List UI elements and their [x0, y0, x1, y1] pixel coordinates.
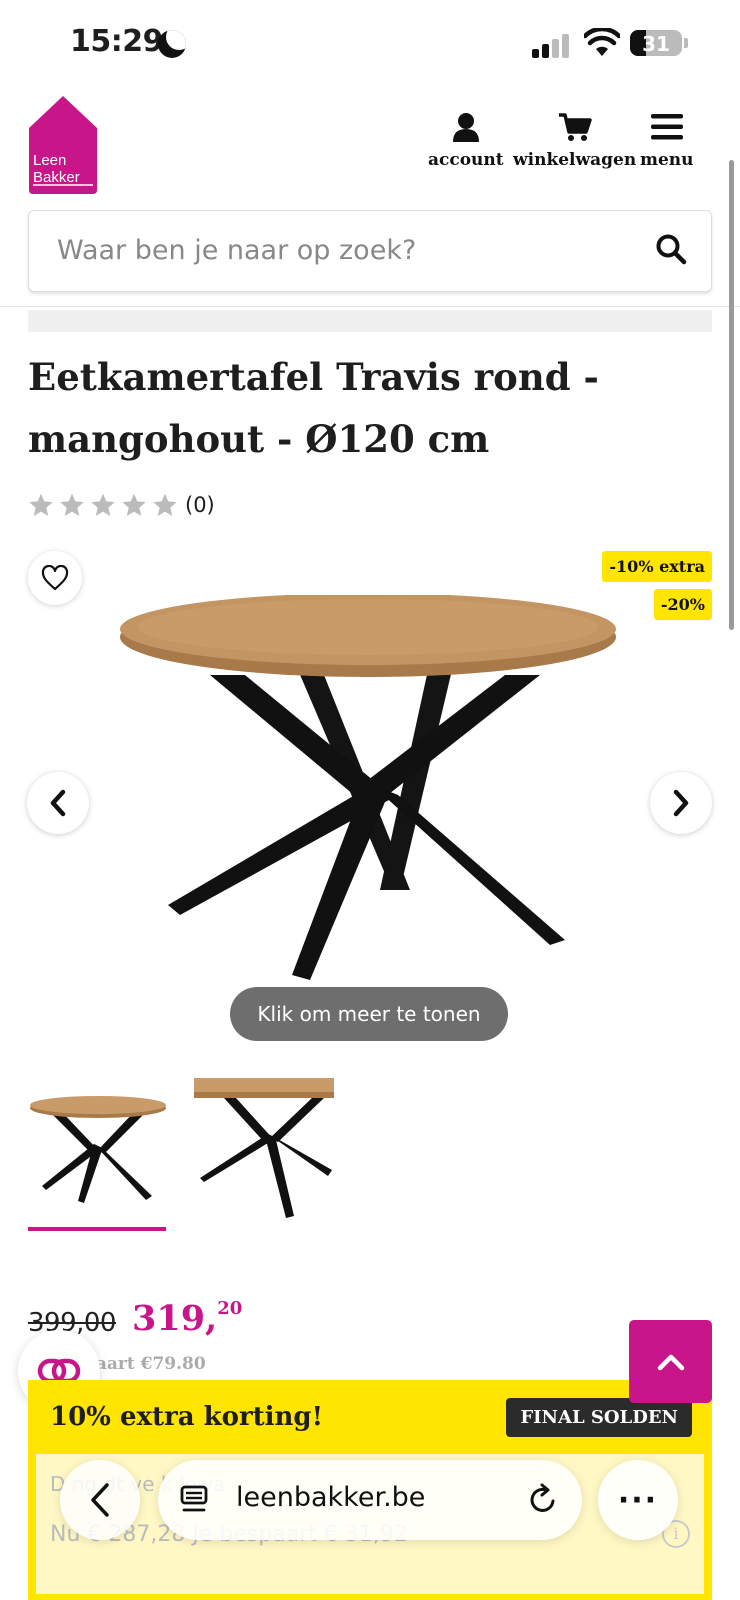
search-placeholder: Waar ben je naar op zoek?	[57, 235, 417, 266]
tabs-icon[interactable]	[180, 1485, 208, 1515]
battery-icon: 31	[630, 30, 682, 56]
leen-bakker-logo[interactable]: Leen Bakker	[27, 94, 99, 196]
moon-icon	[158, 30, 186, 58]
wifi-icon	[584, 28, 620, 56]
discount-badge: -20%	[653, 589, 712, 620]
thumbnail-1[interactable]	[28, 1078, 168, 1218]
battery-level: 31	[642, 32, 670, 56]
chevron-left-icon	[50, 789, 66, 817]
promo-tag: FINAL SOLDEN	[506, 1398, 692, 1437]
breadcrumb-placeholder	[28, 310, 712, 332]
signal-icon	[532, 34, 572, 58]
discount-badge-extra: -10% extra	[602, 551, 712, 582]
browser-domain: leenbakker.be	[236, 1482, 426, 1513]
current-price-cents: 20	[217, 1298, 243, 1319]
star-icon	[29, 493, 53, 517]
nav-menu[interactable]: menu	[640, 112, 694, 170]
browser-more-button[interactable]: ···	[598, 1460, 678, 1540]
current-price-whole: 319,	[132, 1298, 218, 1339]
nav-cart[interactable]: winkelwagen	[513, 112, 636, 170]
gallery-prev-button[interactable]	[27, 772, 89, 834]
search-input[interactable]: Waar ben je naar op zoek?	[28, 210, 712, 292]
gallery-next-button[interactable]	[650, 772, 712, 834]
product-image-round-table[interactable]	[110, 595, 630, 1005]
nav-menu-label: menu	[640, 150, 694, 170]
status-bar: 15:29 31	[0, 0, 740, 90]
saving-text: paart €79.80	[84, 1354, 206, 1374]
heart-icon	[41, 565, 69, 591]
product-title: Eetkamertafel Travis rond - mangohout - …	[28, 355, 599, 461]
nav-cart-label: winkelwagen	[513, 150, 637, 170]
hamburger-icon	[650, 114, 683, 140]
star-icon	[91, 493, 115, 517]
nav-account[interactable]: account	[428, 112, 504, 170]
chevron-left-icon	[91, 1483, 109, 1517]
page-scrollbar[interactable]	[729, 160, 734, 630]
star-icon	[60, 493, 84, 517]
search-icon[interactable]	[655, 233, 687, 265]
chevron-up-icon	[657, 1354, 684, 1370]
rating-count: (0)	[185, 493, 215, 517]
star-icon	[153, 493, 177, 517]
scroll-to-top-button[interactable]	[629, 1320, 712, 1403]
nav-account-label: account	[428, 150, 504, 170]
status-time: 15:29	[70, 24, 164, 59]
browser-address-bar[interactable]: leenbakker.be	[158, 1460, 582, 1540]
promo-title: 10% extra korting!	[50, 1402, 324, 1432]
active-thumbnail-indicator	[28, 1227, 166, 1231]
cart-icon	[558, 113, 592, 141]
show-more-button[interactable]: Klik om meer te tonen	[230, 987, 508, 1041]
logo-line2: Bakker	[33, 169, 80, 186]
star-icon	[122, 493, 146, 517]
logo-line1: Leen	[33, 152, 66, 169]
product-rating[interactable]: (0)	[28, 490, 215, 520]
favorite-button[interactable]	[28, 551, 82, 605]
header-divider	[0, 306, 740, 307]
reload-icon[interactable]	[528, 1483, 558, 1515]
chevron-right-icon	[673, 789, 689, 817]
browser-back-button[interactable]	[60, 1460, 140, 1540]
current-price: 319,20	[132, 1298, 242, 1339]
thumbnail-2[interactable]	[194, 1078, 334, 1218]
user-icon	[452, 113, 479, 142]
